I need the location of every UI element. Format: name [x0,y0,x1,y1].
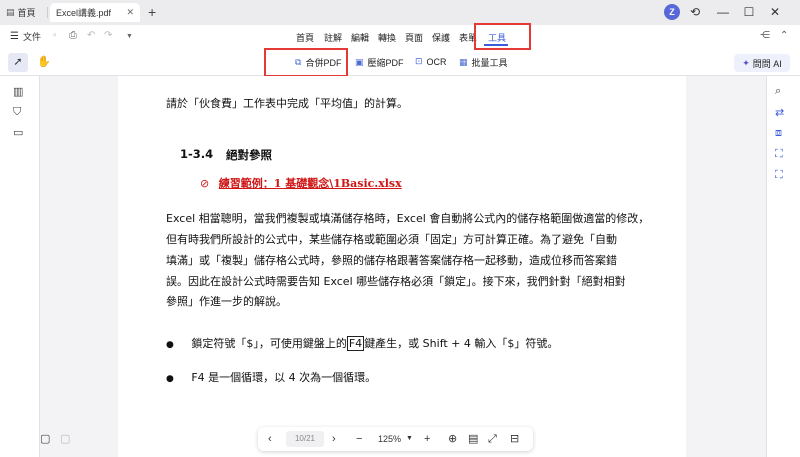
tools-toolbar: ➚ ✋ ⧉ 合併PDF ▣ 壓縮PDF ⊡ OCR ▦ 批量工具 ✦ 問問 AI [0,49,800,76]
tab-convert[interactable]: 轉換 [378,31,396,44]
collapse-icon[interactable]: ⌃ [780,30,788,41]
avatar[interactable]: Z [664,4,680,20]
merge-pdf-label: 合併PDF [305,58,342,68]
example-line: ⊘ 練習範例：1 基礎觀念\1Basic.xlsx [200,175,402,191]
file-menu-label: 文件 [22,32,41,42]
tab-protect[interactable]: 保護 [432,31,450,44]
bullet2-text: F4 是一個循環，以 4 次為一個循環。 [191,371,377,384]
hand-tool-icon[interactable]: ✋ [34,53,54,72]
ai-sparkle-icon: ✦ [742,57,750,68]
share-icon[interactable]: ⋲ [760,30,770,41]
minimize-icon[interactable]: — [714,3,732,21]
zoom-dropdown-icon[interactable]: ▼ [406,431,413,447]
search-icon[interactable]: ⌕ [775,85,781,98]
tab-edit[interactable]: 編輯 [351,31,369,44]
paragraph-line: 參照」作進一步的解說。 [166,295,287,308]
comment-icon[interactable]: ▭ [13,126,23,139]
paragraph-line: 填滿」或「複製」儲存格公式時，參照的儲存格跟著答案儲存格一起移動，造成位移而答案… [166,254,617,267]
close-tab-icon[interactable]: ✕ [126,7,134,18]
scan-icon[interactable]: ⛶ [775,148,783,161]
main-toolbar: ☰ 文件 ▫ ⎙ ↶ ↷ ▼ 首頁 註解 編輯 轉換 頁面 保護 表單 工具 ⋲… [0,25,800,49]
sync-icon[interactable]: ⟲ [686,3,704,21]
translate-icon[interactable]: ⇄ [775,106,784,119]
section-title: 絕對參照 [226,148,272,162]
right-sidebar: ⌕ ⇄ ⧈ ⛶ ⛶ [766,76,800,457]
document-page: 請於「伙食費」工作表中完成「平均值」的計算。 1-3.4 絕對參照 ⊘ 練習範例… [118,76,686,457]
eye-slash-icon: ⊘ [200,177,210,190]
bullet-icon: ● [166,340,174,350]
feedback-icon[interactable]: ▢ [40,432,50,445]
f4-key-box: F4 [346,336,365,351]
tab-page[interactable]: 頁面 [405,31,423,44]
zoom-level[interactable]: 125% [378,431,401,447]
compress-icon: ▣ [355,57,364,67]
zoom-out-icon[interactable]: − [356,431,362,447]
tab-form[interactable]: 表單 [459,31,477,44]
ask-ai-button[interactable]: ✦ 問問 AI [734,54,790,72]
tab-document[interactable]: Excel講義.pdf ✕ [50,3,140,22]
fit-page-icon[interactable]: ⊕ [448,431,457,447]
document-tab-label: Excel講義.pdf [56,8,112,18]
batch-icon: ▦ [459,57,468,67]
close-window-icon[interactable]: ✕ [766,3,784,21]
page-navigation-bar: ‹ 10/21 › − 125% ▼ + ⊕ ▤ ⤢ ⊟ [258,427,533,451]
page-number-input[interactable]: 10/21 [286,431,324,447]
active-tab-indicator [484,44,508,46]
dropdown-icon[interactable]: ▼ [126,33,133,40]
print-icon[interactable]: ⎙ [69,30,77,41]
ocr-label: OCR [426,56,447,67]
example-link[interactable]: 練習範例：1 基礎觀念\1Basic.xlsx [219,177,402,190]
ask-ai-label: 問問 AI [752,58,782,69]
save-icon[interactable]: ▫ [53,30,57,41]
batch-tools-button[interactable]: ▦ 批量工具 [459,56,508,69]
select-tool-icon[interactable]: ➚ [8,53,28,72]
bullet-icon: ● [166,374,174,384]
title-bar: ▤ 首頁 Excel講義.pdf ✕ + Z ⟲ — ☐ ✕ [0,0,800,25]
bullet-item-1: ● 鎖定符號「$」，可使用鍵盤上的 F4 鍵產生，或 Shift + 4 輸入「$」… [166,335,558,351]
tab-home-ribbon[interactable]: 首頁 [296,31,314,44]
compress-pdf-button[interactable]: ▣ 壓縮PDF [355,56,404,69]
page-view-icon[interactable]: ▤ [468,431,478,447]
undo-icon[interactable]: ↶ [87,30,95,41]
tab-tools[interactable]: 工具 [488,31,506,44]
batch-tools-label: 批量工具 [471,58,508,68]
capture-icon[interactable]: ⛶ [775,169,783,182]
zoom-in-icon[interactable]: + [424,431,430,447]
doc-line-intro: 請於「伙食費」工作表中完成「平均值」的計算。 [166,97,408,110]
paragraph-line: 誤。因此在設計公式時需要告知 Excel 哪些儲存格必須「鎖定」。接下來，我們針… [166,275,626,288]
thumbnails-icon[interactable]: ▥ [13,85,23,98]
bullet1-text-after: 鍵產生，或 Shift + 4 輸入「$」符號。 [364,337,559,350]
tab-home[interactable]: ▤ 首頁 [6,3,46,22]
section-number: 1-3.4 [180,147,214,161]
next-page-icon[interactable]: › [332,431,336,447]
tab-comment[interactable]: 註解 [324,31,342,44]
previous-page-icon[interactable]: ‹ [268,431,272,447]
merge-pdf-button[interactable]: ⧉ 合併PDF [295,56,341,69]
page-layout-icon[interactable]: ⊟ [510,431,519,447]
compress-pdf-label: 壓縮PDF [367,58,404,68]
redo-icon[interactable]: ↷ [104,30,112,41]
ocr-button[interactable]: ⊡ OCR [415,56,447,67]
tab-divider [47,7,48,18]
ocr-icon: ⊡ [415,56,423,66]
home-tab-icon: ▤ [6,7,15,17]
fullscreen-icon[interactable]: ⤢ [488,431,497,447]
bullet1-text-before: 鎖定符號「$」，可使用鍵盤上的 [191,337,347,350]
maximize-icon[interactable]: ☐ [740,3,758,21]
left-sidebar: ▥ ⛉ ▭ [0,76,40,457]
bullet-item-2: ● F4 是一個循環，以 4 次為一個循環。 [166,369,376,385]
file-menu-button[interactable]: ☰ 文件 [10,30,41,43]
home-tab-label: 首頁 [17,8,36,18]
hamburger-icon: ☰ [10,31,19,42]
paragraph-line: Excel 相當聰明，當我們複製或填滿儲存格時，Excel 會自動將公式內的儲存… [166,212,650,225]
bookmark-icon[interactable]: ⛉ [13,106,21,119]
panel-icon[interactable]: ▢ [60,432,70,445]
new-tab-button[interactable]: + [148,4,156,20]
merge-icon: ⧉ [295,57,302,67]
compare-icon[interactable]: ⧈ [775,127,782,140]
paragraph-line: 但有時我們所設計的公式中，某些儲存格或範圍必須「固定」方可計算正確。為了避免「自… [166,233,617,246]
